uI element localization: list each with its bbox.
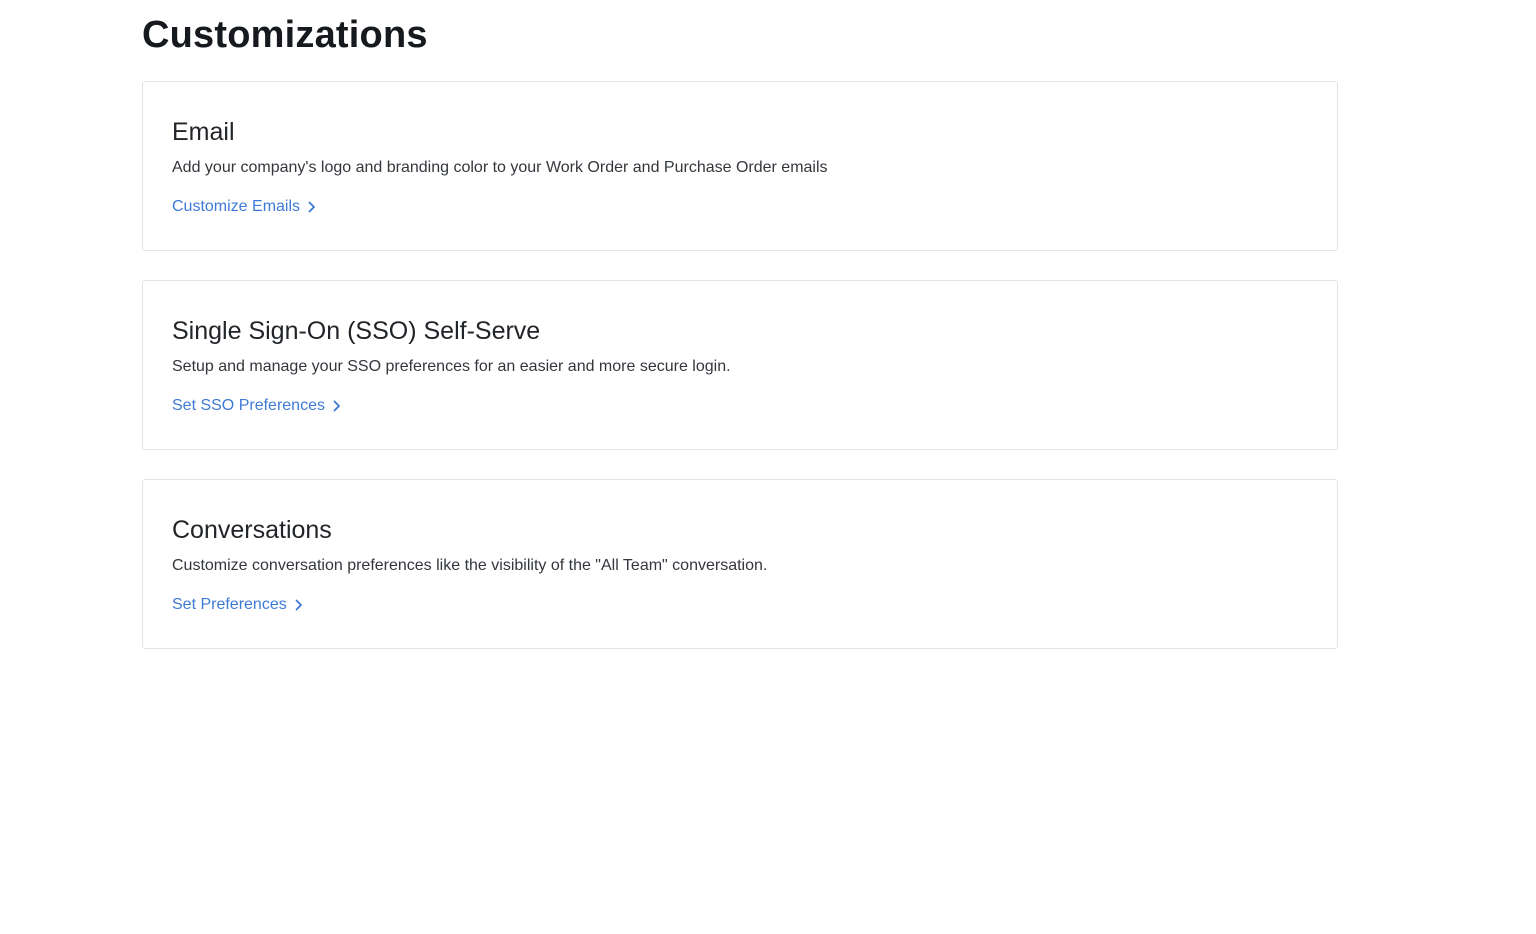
page-title: Customizations	[142, 14, 428, 56]
set-sso-preferences-link-label: Set SSO Preferences	[172, 397, 325, 414]
email-card: Email Add your company's logo and brandi…	[142, 81, 1338, 251]
customize-emails-link[interactable]: Customize Emails	[172, 196, 318, 218]
email-card-description: Add your company's logo and branding col…	[172, 159, 828, 176]
chevron-right-icon	[306, 200, 318, 214]
conversations-card-description: Customize conversation preferences like …	[172, 557, 768, 574]
customize-emails-link-label: Customize Emails	[172, 198, 301, 215]
sso-card-title: Single Sign-On (SSO) Self-Serve	[172, 317, 541, 345]
sso-card-description: Setup and manage your SSO preferences fo…	[172, 358, 731, 375]
set-sso-preferences-link[interactable]: Set SSO Preferences	[172, 395, 343, 417]
chevron-right-icon	[331, 399, 343, 413]
chevron-right-icon	[293, 598, 305, 612]
conversations-card: Conversations Customize conversation pre…	[142, 479, 1338, 649]
set-preferences-link[interactable]: Set Preferences	[172, 594, 305, 616]
set-preferences-link-label: Set Preferences	[172, 596, 287, 613]
conversations-card-title: Conversations	[172, 516, 332, 544]
sso-card: Single Sign-On (SSO) Self-Serve Setup an…	[142, 280, 1338, 450]
customization-cards: Email Add your company's logo and brandi…	[142, 81, 1338, 678]
email-card-title: Email	[172, 118, 235, 146]
customizations-page: Customizations Email Add your company's …	[0, 0, 1536, 934]
